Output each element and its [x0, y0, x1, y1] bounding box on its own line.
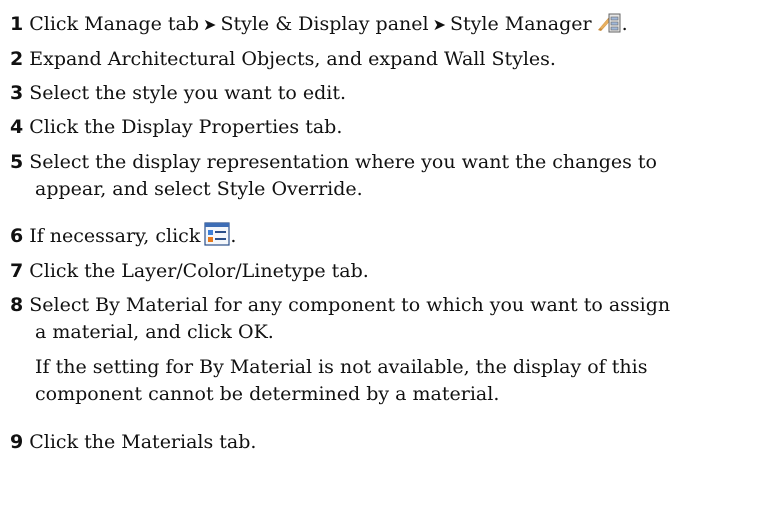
- step-text: Expand Architectural Objects, and expand…: [29, 48, 556, 70]
- step-5-continuation: appear, and select Style Override.: [35, 178, 363, 200]
- step-8-continuation: a material, and click OK.: [35, 321, 274, 343]
- arrow-icon: ➤: [432, 15, 447, 34]
- edit-display-properties-icon: [204, 222, 230, 254]
- step-number: 7: [10, 260, 24, 282]
- step-number: 2: [10, 48, 24, 70]
- step-number: 4: [10, 116, 24, 138]
- step-5: 5 Select the display representation where…: [10, 148, 657, 176]
- step-text: Click the Display Properties tab.: [29, 116, 343, 138]
- step-7: 7 Click the Layer/Color/Linetype tab.: [10, 257, 369, 285]
- step-text-part: Click Manage tab: [29, 13, 200, 35]
- arrow-icon: ➤: [203, 15, 217, 34]
- step-text: If necessary, click: [29, 225, 201, 247]
- step-text: Select the style you want to edit.: [29, 82, 346, 104]
- step-number: 9: [10, 431, 24, 453]
- step-1: 1 Click Manage tab ➤ Style & Display panel ➤…: [10, 10, 628, 42]
- trailing-period: .: [621, 13, 628, 35]
- step-text: Select By Material for any component to …: [29, 294, 671, 316]
- step-number: 1: [10, 13, 24, 35]
- step-6: 6 If necessary, click .: [10, 222, 236, 254]
- step-text-part: Style Manager: [450, 13, 592, 35]
- step-8-note-line-2: component cannot be determined by a mate…: [35, 383, 500, 405]
- step-3: 3 Select the style you want to edit.: [10, 79, 346, 107]
- step-9: 9 Click the Materials tab.: [10, 428, 256, 456]
- step-text-part: Style & Display panel: [220, 13, 429, 35]
- step-number: 3: [10, 82, 24, 104]
- step-8: 8 Select By Material for any component to…: [10, 291, 670, 319]
- step-number: 5: [10, 151, 24, 173]
- trailing-period: .: [230, 225, 237, 247]
- step-text: Click the Layer/Color/Linetype tab.: [29, 260, 369, 282]
- step-text: Click the Materials tab.: [29, 431, 257, 453]
- style-manager-icon: [596, 10, 622, 42]
- step-8-note-line-1: If the setting for By Material is not av…: [35, 356, 648, 378]
- step-text: Select the display representation where …: [29, 151, 657, 173]
- step-4: 4 Click the Display Properties tab.: [10, 113, 342, 141]
- step-number: 6: [10, 225, 24, 247]
- step-2: 2 Expand Architectural Objects, and expan…: [10, 45, 556, 73]
- step-number: 8: [10, 294, 24, 316]
